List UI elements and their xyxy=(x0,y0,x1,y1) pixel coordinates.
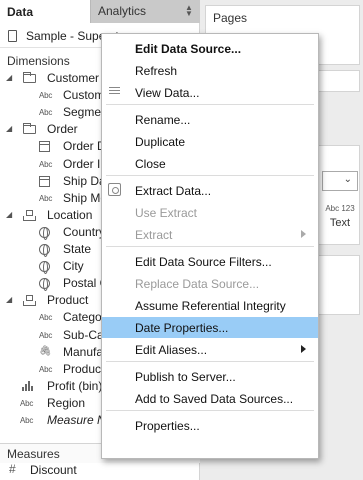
measure-row[interactable]: # Discount xyxy=(0,462,200,479)
menu-item-view-data[interactable]: View Data... xyxy=(102,82,318,103)
menu-item-publish-to-server[interactable]: Publish to Server... xyxy=(102,366,318,387)
mark-type-dropdown[interactable]: ⌄ xyxy=(322,171,358,191)
expand-triangle-icon[interactable]: ◢ xyxy=(6,124,12,133)
menu-item-label: Date Properties... xyxy=(135,321,229,335)
menu-item-date-properties[interactable]: Date Properties... xyxy=(102,317,318,338)
number-hash-icon: # xyxy=(9,462,16,476)
menu-item-duplicate[interactable]: Duplicate xyxy=(102,131,318,152)
field-label: Profit (bin) xyxy=(47,378,103,393)
field-label: Discount xyxy=(30,463,77,477)
extract-icon xyxy=(108,183,121,196)
field-label: Order xyxy=(47,122,78,137)
field-label: Customer xyxy=(47,71,100,85)
expand-triangle-icon[interactable]: ◢ xyxy=(6,210,12,219)
abc-string-icon: Abc xyxy=(39,91,53,101)
calendar-icon xyxy=(39,175,50,187)
abc-string-icon: Abc xyxy=(39,364,53,374)
submenu-arrow-icon xyxy=(301,230,306,238)
folder-icon xyxy=(23,72,36,83)
menu-separator xyxy=(106,361,314,362)
abc-string-icon: Abc xyxy=(20,398,34,408)
field-label: Region xyxy=(47,395,86,410)
tableau-workspace: { "left_pane": { "tab_data": "Data", "ta… xyxy=(0,0,363,480)
menu-item-label: Edit Data Source... xyxy=(135,42,242,56)
menu-item-properties[interactable]: Properties... xyxy=(102,415,318,436)
field-label: Product xyxy=(47,293,89,308)
menu-item-extract: Extract xyxy=(102,224,318,245)
globe-icon xyxy=(39,278,50,292)
menu-separator xyxy=(106,246,314,247)
globe-icon xyxy=(39,261,50,275)
marks-text-label: Text xyxy=(329,217,351,229)
menu-item-label: Replace Data Source... xyxy=(135,277,260,291)
abc-string-icon: Abc xyxy=(39,193,53,203)
datasource-icon xyxy=(8,30,17,42)
calendar-icon xyxy=(39,141,50,153)
menu-item-label: Publish to Server... xyxy=(135,370,236,384)
menu-item-label: View Data... xyxy=(135,86,200,100)
menu-item-edit-aliases[interactable]: Edit Aliases... xyxy=(102,339,318,360)
globe-icon xyxy=(39,244,50,257)
menu-item-extract-data[interactable]: Extract Data... xyxy=(102,180,318,201)
menu-separator xyxy=(106,175,314,176)
menu-item-replace-data-source: Replace Data Source... xyxy=(102,273,318,294)
marks-text-button[interactable]: Abc 123 Text xyxy=(323,203,357,243)
expand-triangle-icon[interactable]: ◢ xyxy=(6,73,12,82)
menu-separator xyxy=(106,104,314,105)
grid-icon xyxy=(109,87,120,96)
expand-triangle-icon[interactable]: ◢ xyxy=(6,295,12,304)
pages-title: Pages xyxy=(213,11,248,25)
menu-item-label: Extract Data... xyxy=(135,184,212,198)
field-label: Country xyxy=(63,224,106,239)
paperclip-icon: 🖇 xyxy=(39,345,52,357)
menu-item-label: Use Extract xyxy=(135,206,198,220)
field-label: City xyxy=(63,259,84,274)
menu-item-label: Edit Data Source Filters... xyxy=(135,255,272,269)
menu-item-edit-data-source-filters[interactable]: Edit Data Source Filters... xyxy=(102,251,318,272)
tab-analytics[interactable]: Analytics ▲ ▼ xyxy=(90,0,200,23)
menu-item-label: Assume Referential Integrity xyxy=(135,299,286,313)
menu-item-close[interactable]: Close xyxy=(102,153,318,174)
menu-item-edit-data-source[interactable]: Edit Data Source... xyxy=(102,38,318,59)
menu-item-refresh[interactable]: Refresh xyxy=(102,60,318,81)
tab-data[interactable]: Data xyxy=(0,0,90,23)
abc-string-icon: Abc xyxy=(39,108,53,118)
abc-123-icon: Abc 123 xyxy=(325,204,355,213)
menu-separator xyxy=(106,410,314,411)
field-label: State xyxy=(63,242,92,256)
menu-item-label: Refresh xyxy=(135,64,178,78)
folder-icon xyxy=(23,123,36,135)
menu-item-label: Add to Saved Data Sources... xyxy=(135,392,294,406)
menu-item-label: Rename... xyxy=(135,113,191,127)
menu-item-label: Edit Aliases... xyxy=(135,343,208,357)
menu-item-label: Properties... xyxy=(135,419,200,433)
histogram-bin-icon xyxy=(22,380,34,391)
chevron-down-icon: ⌄ xyxy=(343,174,352,185)
menu-item-label: Duplicate xyxy=(135,135,186,149)
menu-item-rename[interactable]: Rename... xyxy=(102,109,318,130)
globe-icon xyxy=(39,226,50,240)
menu-item-add-to-saved-data-sources[interactable]: Add to Saved Data Sources... xyxy=(102,388,318,409)
abc-string-icon: Abc xyxy=(39,313,53,323)
tab-analytics-label: Analytics xyxy=(98,4,147,18)
data-source-context-menu: Edit Data Source... Refresh View Data... Re… xyxy=(101,33,319,459)
submenu-arrow-icon xyxy=(301,345,306,353)
field-label: Location xyxy=(47,207,93,222)
hierarchy-icon xyxy=(23,209,36,221)
sort-arrows-icon: ▲ ▼ xyxy=(185,3,193,18)
abc-string-icon: Abc xyxy=(20,416,34,425)
abc-string-icon: Abc xyxy=(39,159,53,169)
menu-item-assume-referential-integrity[interactable]: Assume Referential Integrity xyxy=(102,295,318,316)
menu-item-label: Close xyxy=(135,157,166,171)
pane-tab-bar: Data Analytics ▲ ▼ xyxy=(0,0,200,23)
hierarchy-icon xyxy=(23,295,36,307)
menu-item-label: Extract xyxy=(135,228,173,242)
menu-item-use-extract: Use Extract xyxy=(102,202,318,223)
abc-string-icon: Abc xyxy=(39,330,53,340)
